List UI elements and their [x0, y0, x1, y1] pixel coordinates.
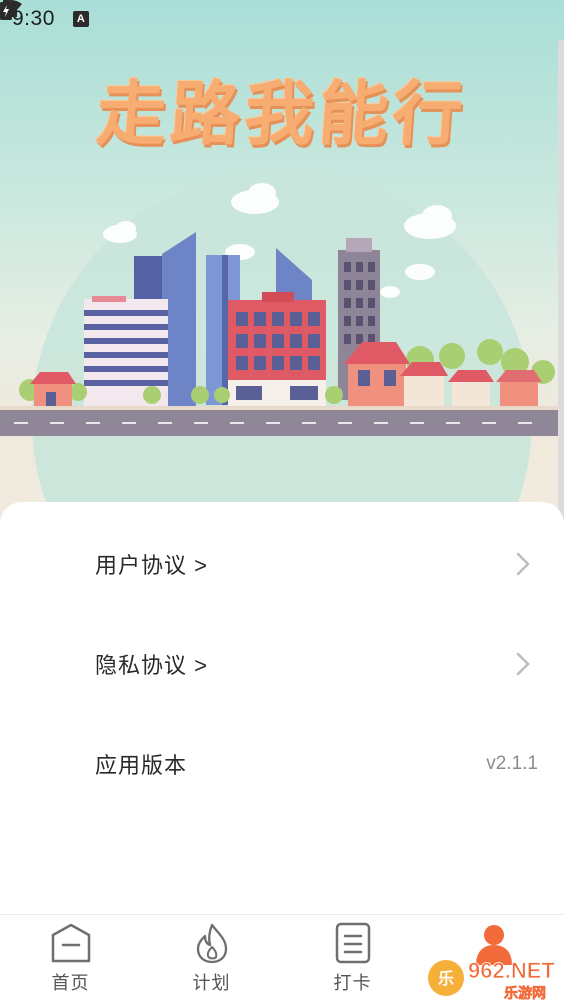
tab-plan[interactable]: 计划 [141, 915, 282, 1004]
tab-checkin[interactable]: 打卡 [282, 915, 423, 1004]
hero-banner: 9:30 A 走路我能行 [0, 0, 564, 540]
chevron-right-icon [516, 652, 530, 676]
notification-icon: A [72, 11, 89, 27]
user-agreement-row[interactable]: 用户协议 > [0, 534, 564, 594]
battery-icon [0, 0, 12, 20]
svg-text:962.NET: 962.NET [468, 958, 555, 983]
user-agreement-label: 用户协议 > [95, 553, 208, 578]
checklist-icon [335, 922, 370, 964]
app-title: 走路我能行 [93, 73, 470, 155]
chevron-right-icon [516, 552, 530, 576]
home-icon [51, 923, 90, 963]
watermark-logo: 乐 962.NET 乐游网 [426, 950, 564, 1004]
tab-plan-label: 计划 [192, 973, 231, 993]
privacy-policy-label: 隐私协议 > [95, 653, 208, 678]
tab-checkin-label: 打卡 [333, 973, 372, 993]
flame-icon [196, 923, 227, 964]
status-bar: 9:30 A [0, 0, 564, 38]
app-version-row: 应用版本 v2.1.1 [0, 734, 564, 794]
tab-home-label: 首页 [51, 973, 90, 993]
svg-text:乐游网: 乐游网 [504, 985, 546, 1001]
privacy-policy-row[interactable]: 隐私协议 > [0, 634, 564, 694]
settings-card: 用户协议 > 隐私协议 > 应用版本 v2.1.1 [0, 502, 564, 914]
app-version-label: 应用版本 [95, 753, 188, 778]
tab-home[interactable]: 首页 [0, 915, 141, 1004]
svg-text:乐: 乐 [438, 970, 454, 988]
app-version-value: v2.1.1 [486, 753, 538, 774]
